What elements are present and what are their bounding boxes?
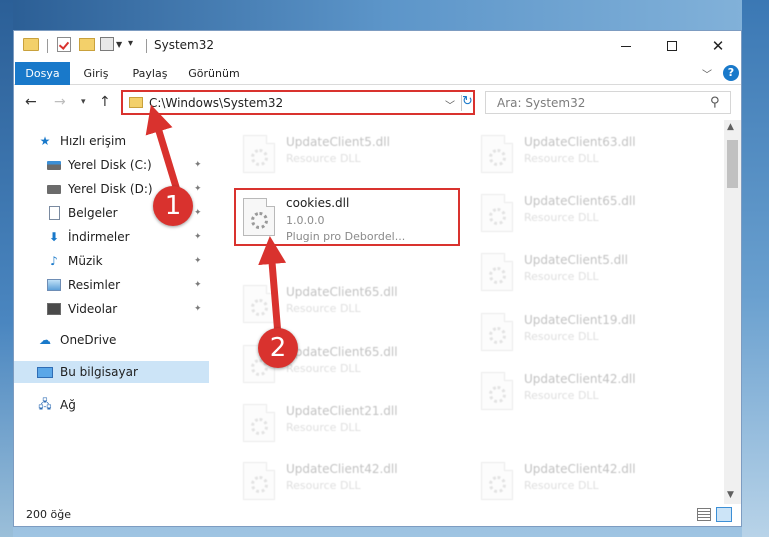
annotation-arrows: [145, 104, 287, 336]
step-2-badge: 2: [258, 328, 298, 368]
arrow-to-cookies-dll: [258, 236, 287, 336]
step-1-badge: 1: [153, 186, 193, 226]
